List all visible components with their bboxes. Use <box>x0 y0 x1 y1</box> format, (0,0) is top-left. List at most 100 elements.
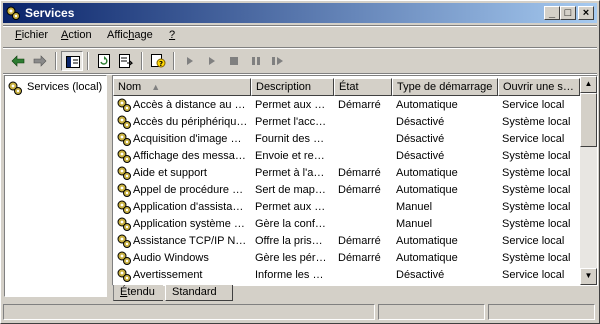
service-startup-cell: Automatique <box>396 235 458 247</box>
title-bar[interactable]: Services _ □ × <box>3 3 597 23</box>
service-logon-cell: Système local <box>502 167 571 179</box>
service-startup-cell: Automatique <box>396 167 458 179</box>
menu-help[interactable]: ? <box>169 29 175 41</box>
toolbar-separator <box>55 52 57 70</box>
column-header-state[interactable]: État <box>334 78 392 96</box>
pause-service-button[interactable] <box>245 51 267 71</box>
vertical-scrollbar[interactable]: ▲ ▼ <box>580 76 597 285</box>
service-name-cell: Application système … <box>133 218 245 230</box>
service-logon-cell: Système local <box>502 252 571 264</box>
service-logon-cell: Service local <box>502 99 565 111</box>
properties-help-button[interactable]: ? <box>147 51 169 71</box>
tree-node-label: Services (local) <box>27 81 103 93</box>
service-name-cell: Accès du périphériqu… <box>133 116 248 128</box>
refresh-icon <box>98 54 110 68</box>
service-logon-cell: Service local <box>502 133 565 145</box>
scroll-thumb[interactable] <box>580 93 597 147</box>
service-startup-cell: Automatique <box>396 184 458 196</box>
service-row[interactable]: Accès du périphériqu… Permet l'acc… Désact… <box>113 114 579 131</box>
service-gear-icon <box>117 115 131 129</box>
service-description-cell: Informe les … <box>255 269 324 281</box>
column-header-startup-type[interactable]: Type de démarrage <box>392 78 498 96</box>
service-state-cell: Démarré <box>338 167 381 179</box>
service-name-cell: Accès à distance au … <box>133 99 246 111</box>
toolbar: ? <box>3 49 597 73</box>
service-name-cell: Affichage des messa… <box>133 150 246 162</box>
service-state-cell: Démarré <box>338 99 381 111</box>
services-list: Nom ▲ Description État Type de démarrage … <box>112 75 598 286</box>
tab-etendu[interactable]: Étendu <box>113 285 163 301</box>
service-gear-icon <box>117 166 131 180</box>
service-description-cell: Permet l'acc… <box>255 116 327 128</box>
service-startup-cell: Automatique <box>396 99 458 111</box>
stop-service-button[interactable] <box>223 51 245 71</box>
service-row[interactable]: Affichage des messa… Envoie et re… Désacti… <box>113 148 579 165</box>
back-button[interactable] <box>7 51 29 71</box>
service-gear-icon <box>117 183 131 197</box>
service-gear-icon <box>117 251 131 265</box>
service-startup-cell: Désactivé <box>396 150 445 162</box>
service-gear-icon <box>117 217 131 231</box>
service-row[interactable]: Application d'assista… Permet aux … Manuel… <box>113 199 579 216</box>
toolbar-separator <box>173 52 175 70</box>
service-gear-icon <box>117 200 131 214</box>
forward-button[interactable] <box>29 51 51 71</box>
restart-icon <box>272 57 283 65</box>
service-logon-cell: Système local <box>502 184 571 196</box>
service-row[interactable]: Accès à distance au … Permet aux … Démarré… <box>113 97 579 114</box>
service-logon-cell: Service local <box>502 235 565 247</box>
show-hide-tree-icon <box>66 56 80 68</box>
status-panel <box>488 304 595 320</box>
service-state-cell: Démarré <box>338 184 381 196</box>
service-logon-cell: Système local <box>502 201 571 213</box>
back-arrow-icon <box>11 55 25 67</box>
refresh-button[interactable] <box>93 51 115 71</box>
service-row[interactable]: Application système … Gère la conf… Manuel… <box>113 216 579 233</box>
restart-service-button[interactable] <box>267 51 289 71</box>
show-hide-tree-button[interactable] <box>61 51 83 71</box>
scroll-down-button[interactable]: ▼ <box>580 268 597 285</box>
service-state-cell: Démarré <box>338 252 381 264</box>
service-gear-icon <box>117 149 131 163</box>
service-state-cell: Démarré <box>338 235 381 247</box>
service-gear-icon <box>117 98 131 112</box>
scroll-up-button[interactable]: ▲ <box>580 76 597 93</box>
service-name-cell: Aide et support <box>133 167 207 179</box>
service-startup-cell: Automatique <box>396 252 458 264</box>
service-row[interactable]: Avertissement Informe les … Désactivé Servi… <box>113 267 579 284</box>
menu-affichage[interactable]: Affichage <box>107 29 153 41</box>
service-description-cell: Gère les pér… <box>255 252 327 264</box>
start-service-button[interactable] <box>179 51 201 71</box>
start-service-alt-button[interactable] <box>201 51 223 71</box>
service-description-cell: Offre la pris… <box>255 235 323 247</box>
service-startup-cell: Manuel <box>396 218 433 230</box>
column-header-description[interactable]: Description <box>251 78 334 96</box>
service-description-cell: Permet aux … <box>255 99 326 111</box>
status-bar <box>3 303 597 321</box>
service-row[interactable]: Assistance TCP/IP N… Offre la pris… Démarr… <box>113 233 579 250</box>
service-row[interactable]: Appel de procédure … Sert de map… Démarré A… <box>113 182 579 199</box>
service-startup-cell: Manuel <box>396 201 433 213</box>
service-description-cell: Permet aux … <box>255 201 326 213</box>
status-panel <box>378 304 485 320</box>
toolbar-separator <box>87 52 89 70</box>
service-row[interactable]: Audio Windows Gère les pér… Démarré Automat… <box>113 250 579 267</box>
service-row[interactable]: Acquisition d'image … Fournit des … Désact… <box>113 131 579 148</box>
services-window: Services _ □ × Fichier Action Affichage … <box>0 0 600 324</box>
service-logon-cell: Système local <box>502 218 571 230</box>
window-title: Services <box>25 6 75 20</box>
export-list-button[interactable] <box>115 51 137 71</box>
stop-icon <box>230 57 238 65</box>
service-row[interactable]: Aide et support Permet à l'a… Démarré Autom… <box>113 165 579 182</box>
menu-fichier[interactable]: Fichier <box>15 29 48 41</box>
service-startup-cell: Désactivé <box>396 116 445 128</box>
tab-standard[interactable]: Standard <box>165 285 233 301</box>
column-header-logon[interactable]: Ouvrir une s… <box>498 78 580 96</box>
menu-action[interactable]: Action <box>61 29 92 41</box>
service-description-cell: Sert de map… <box>255 184 326 196</box>
maximize-button[interactable]: □ <box>560 6 576 20</box>
close-button[interactable]: × <box>578 6 594 20</box>
minimize-button[interactable]: _ <box>544 6 560 20</box>
column-header-name[interactable]: Nom ▲ <box>113 78 251 96</box>
service-description-cell: Envoie et re… <box>255 150 325 162</box>
